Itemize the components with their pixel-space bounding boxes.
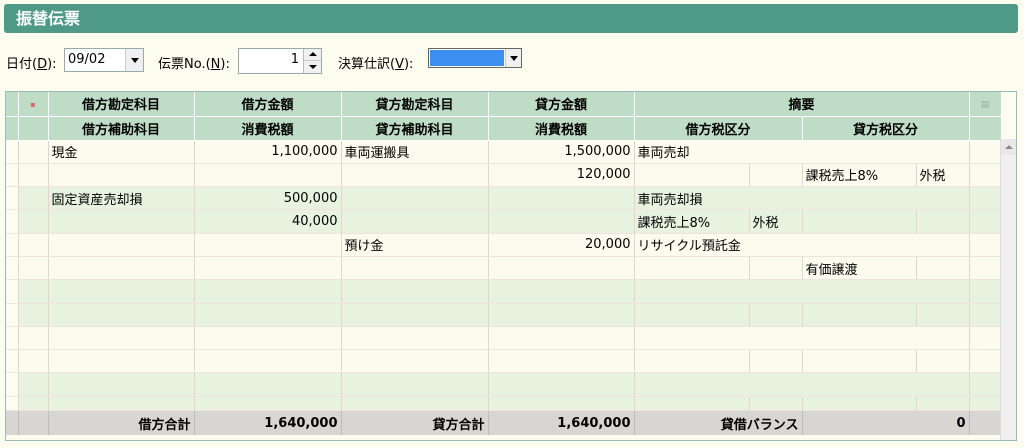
voucher-no-label: 伝票No.(N): — [158, 57, 230, 72]
credit-taxtype-cell[interactable] — [916, 209, 970, 234]
vertical-scrollbar[interactable] — [1000, 139, 1016, 440]
col-header-credit-account[interactable]: 貸方勘定科目 — [341, 92, 489, 117]
table-row[interactable]: 120,000 課税売上8% 外税 — [6, 163, 1002, 188]
credit-total-value: 1,640,000 — [488, 410, 635, 436]
date-label: 日付(D): — [6, 57, 57, 72]
col-header-credit-amount[interactable]: 貸方金額 — [488, 92, 635, 117]
table-row[interactable]: 40,000 課税売上8% 外税 — [6, 209, 1002, 234]
date-value: 09/02 — [68, 52, 106, 67]
credit-account-cell[interactable] — [341, 186, 489, 211]
window-title: 振替伝票 — [4, 4, 1018, 33]
debit-amount-cell[interactable] — [194, 233, 342, 257]
journal-table: ▪ 借方勘定科目 借方金額 貸方勘定科目 貸方金額 摘要 ▤ 借方補助科目 消費… — [6, 92, 1002, 436]
memo-cell[interactable]: 車両売却 — [634, 140, 970, 164]
table-row[interactable] — [6, 279, 1002, 304]
table-row[interactable] — [6, 349, 1002, 374]
table-row[interactable]: 現金 1,100,000 車両運搬具 1,500,000 車両売却 — [6, 140, 1002, 164]
credit-tax-cell[interactable] — [488, 256, 635, 281]
col-header-memo[interactable]: 摘要 — [634, 92, 970, 117]
debit-taxtype-cell[interactable] — [749, 256, 803, 281]
voucher-spinner[interactable] — [303, 49, 321, 73]
balance-value: 0 — [802, 410, 970, 436]
credit-amount-cell[interactable]: 1,500,000 — [488, 140, 635, 164]
debit-total-value: 1,640,000 — [194, 410, 342, 436]
memo-cell[interactable]: リサイクル預託金 — [634, 233, 970, 257]
credit-sub-cell[interactable] — [341, 163, 489, 188]
header-row-1: ▪ 借方勘定科目 借方金額 貸方勘定科目 貸方金額 摘要 ▤ — [6, 92, 1002, 117]
date-dropdown[interactable]: 09/02 — [64, 48, 144, 72]
table-row[interactable] — [6, 396, 1002, 411]
credit-taxcat-cell[interactable] — [802, 209, 917, 234]
memo-cell[interactable]: 車両売却損 — [634, 186, 970, 211]
settle-color-swatch — [430, 50, 504, 66]
debit-amount-cell[interactable]: 1,100,000 — [194, 140, 342, 164]
debit-taxcat-cell[interactable] — [634, 163, 750, 188]
debit-taxtype-cell[interactable] — [749, 163, 803, 188]
col-header-credit-sub[interactable]: 貸方補助科目 — [341, 116, 489, 141]
balance-label: 貸借バランス — [634, 410, 803, 436]
debit-taxcat-cell[interactable] — [634, 256, 750, 281]
debit-sub-cell[interactable] — [48, 256, 195, 281]
debit-tax-cell[interactable] — [194, 163, 342, 188]
debit-taxcat-cell[interactable]: 課税売上8% — [634, 209, 750, 234]
chevron-down-icon[interactable] — [125, 49, 143, 71]
credit-taxcat-cell[interactable]: 有価譲渡 — [802, 256, 917, 281]
col-header-debit-tax[interactable]: 消費税額 — [194, 116, 342, 141]
row-marker-icon: ▪ — [30, 100, 36, 110]
table-row[interactable] — [6, 326, 1002, 351]
credit-amount-cell[interactable]: 20,000 — [488, 233, 635, 257]
credit-taxtype-cell[interactable]: 外税 — [916, 163, 970, 188]
spin-up-icon[interactable] — [304, 49, 321, 61]
credit-account-cell[interactable]: 預け金 — [341, 233, 489, 257]
credit-sub-cell[interactable] — [341, 209, 489, 234]
scroll-up-icon[interactable] — [1001, 139, 1016, 155]
header-row-2: 借方補助科目 消費税額 貸方補助科目 消費税額 借方税区分 貸方税区分 — [6, 116, 1002, 141]
header-marker-cell: ▪ — [18, 92, 49, 117]
header-corner — [6, 92, 19, 117]
col-header-credit-taxcat[interactable]: 貸方税区分 — [802, 116, 970, 141]
debit-account-cell[interactable] — [48, 233, 195, 257]
document-icon[interactable]: ▤ — [981, 100, 990, 110]
table-row[interactable]: 有価譲渡 — [6, 256, 1002, 281]
credit-sub-cell[interactable] — [341, 256, 489, 281]
debit-tax-cell[interactable]: 40,000 — [194, 209, 342, 234]
settle-label: 決算仕訳(V): — [338, 57, 414, 72]
col-header-debit-sub[interactable]: 借方補助科目 — [48, 116, 195, 141]
credit-taxtype-cell[interactable] — [916, 256, 970, 281]
credit-tax-cell[interactable] — [488, 209, 635, 234]
table-row[interactable] — [6, 303, 1002, 327]
voucher-no-value: 1 — [290, 52, 299, 67]
debit-amount-cell[interactable]: 500,000 — [194, 186, 342, 211]
table-row[interactable] — [6, 372, 1002, 397]
table-row[interactable]: 預け金 20,000 リサイクル預託金 — [6, 233, 1002, 257]
debit-taxtype-cell[interactable]: 外税 — [749, 209, 803, 234]
debit-account-cell[interactable]: 固定資産売却損 — [48, 186, 195, 211]
spin-down-icon[interactable] — [304, 61, 321, 73]
totals-row: 借方合計 1,640,000 貸方合計 1,640,000 貸借バランス 0 — [6, 410, 1002, 436]
debit-account-cell[interactable]: 現金 — [48, 140, 195, 164]
credit-account-cell[interactable]: 車両運搬具 — [341, 140, 489, 164]
debit-total-label: 借方合計 — [48, 410, 195, 436]
table-row[interactable]: 固定資産売却損 500,000 車両売却損 — [6, 186, 1002, 211]
credit-total-label: 貸方合計 — [341, 410, 489, 436]
col-header-credit-tax[interactable]: 消費税額 — [488, 116, 635, 141]
chevron-down-icon[interactable] — [505, 49, 521, 67]
debit-sub-cell[interactable] — [48, 163, 195, 188]
credit-taxcat-cell[interactable]: 課税売上8% — [802, 163, 917, 188]
debit-tax-cell[interactable] — [194, 256, 342, 281]
col-header-debit-taxcat[interactable]: 借方税区分 — [634, 116, 803, 141]
debit-sub-cell[interactable] — [48, 209, 195, 234]
voucher-toolbar: 日付(D): 09/02 伝票No.(N): 1 決算仕訳(V): — [0, 44, 1024, 76]
credit-tax-cell[interactable]: 120,000 — [488, 163, 635, 188]
credit-amount-cell[interactable] — [488, 186, 635, 211]
header-doc-cell: ▤ — [969, 92, 1002, 117]
settle-dropdown[interactable] — [428, 48, 522, 68]
journal-grid: ▪ 借方勘定科目 借方金額 貸方勘定科目 貸方金額 摘要 ▤ 借方補助科目 消費… — [5, 91, 1017, 441]
col-header-debit-amount[interactable]: 借方金額 — [194, 92, 342, 117]
voucher-no-stepper[interactable]: 1 — [238, 48, 322, 74]
col-header-debit-account[interactable]: 借方勘定科目 — [48, 92, 195, 117]
